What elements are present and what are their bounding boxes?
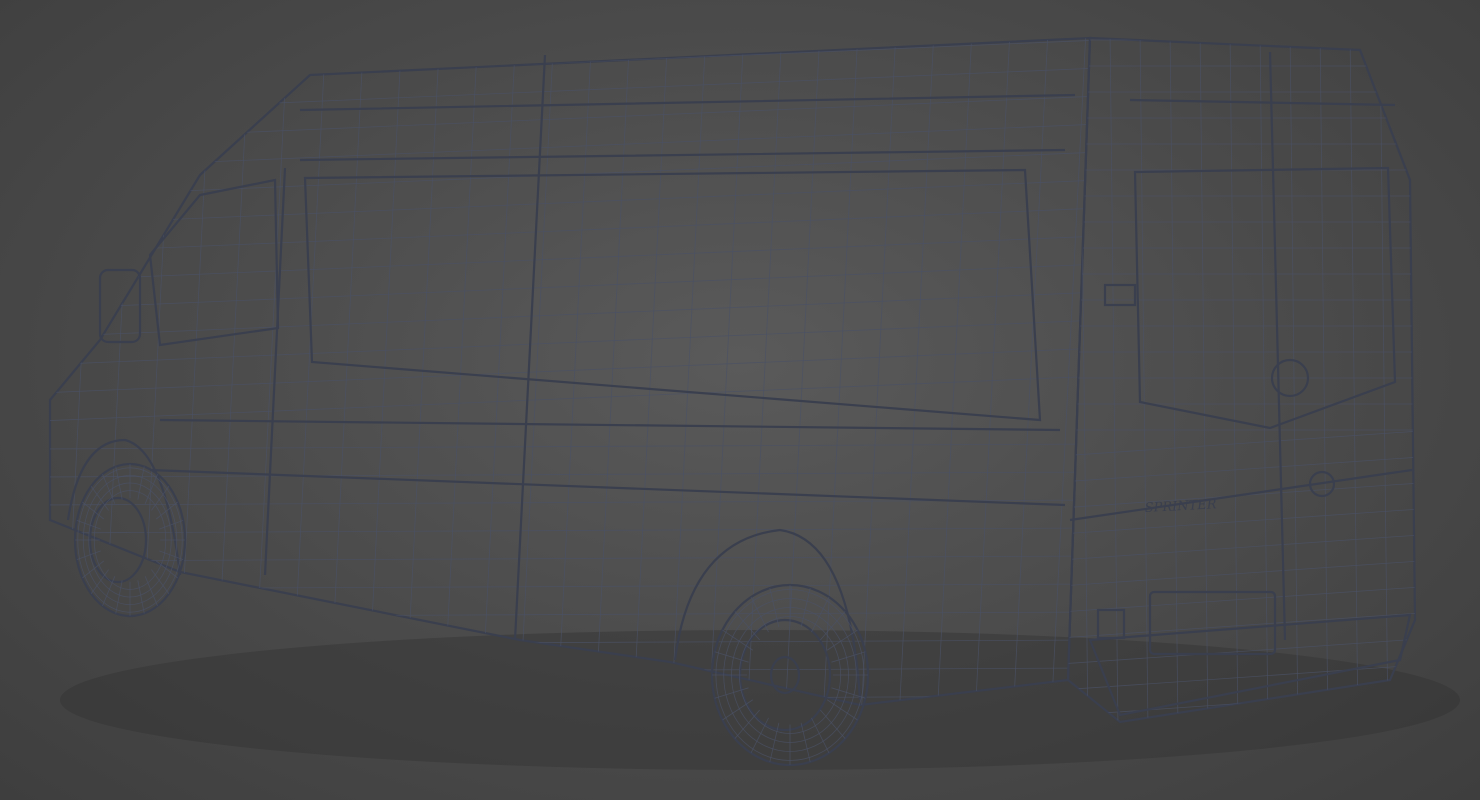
mesh-line (594, 38, 631, 705)
mesh-line (1068, 586, 1415, 613)
mesh-line (1012, 38, 1049, 705)
mesh-line (1139, 38, 1149, 722)
mesh-line (1169, 38, 1179, 722)
rear-door-split (1268, 51, 1287, 641)
mesh-line (176, 38, 213, 705)
mesh-line (1068, 560, 1415, 587)
mesh-line (811, 596, 830, 633)
mesh-line (50, 611, 1090, 618)
mesh-line (50, 583, 1090, 590)
mesh-line (670, 38, 707, 705)
mesh-line (159, 550, 184, 561)
mesh-line (1068, 430, 1415, 457)
mesh-line (1068, 612, 1415, 639)
mesh-line (50, 443, 1090, 450)
mesh-line (1229, 38, 1239, 722)
mesh-line (138, 38, 175, 705)
mesh-line (62, 38, 99, 705)
mesh-line (50, 67, 1090, 114)
mesh-line (898, 38, 935, 705)
mesh-line (50, 207, 1090, 254)
mesh-line (1050, 38, 1087, 705)
mesh-line (50, 319, 1090, 366)
mesh-line (151, 569, 170, 594)
mesh-line (974, 38, 1011, 705)
sprinter-badge: SPRINTER (1144, 497, 1217, 516)
mesh-line (750, 596, 769, 633)
mesh-line (115, 466, 123, 500)
mesh-line (50, 347, 1090, 394)
mesh-line (366, 38, 403, 705)
mesh-line (708, 38, 745, 705)
van-wireframe-render: SPRINTER (48, 36, 1460, 770)
door-hinge (1103, 283, 1137, 307)
mesh-line (76, 550, 101, 561)
mesh-line (800, 587, 811, 628)
mesh-line (632, 38, 669, 705)
mesh-line (1109, 38, 1119, 722)
mesh-line (404, 38, 441, 705)
mesh-line (556, 38, 593, 705)
mesh-line (1259, 38, 1269, 722)
mesh-line (328, 38, 365, 705)
mesh-line (137, 580, 145, 614)
mesh-line (144, 576, 158, 606)
mesh-line (50, 527, 1090, 534)
van-rear-panel (1066, 36, 1417, 724)
cargo-side-panel-recess (303, 168, 1042, 422)
mesh-line (1068, 456, 1415, 483)
mesh-line (76, 519, 101, 530)
mesh-line (252, 38, 289, 705)
mesh-line (50, 38, 61, 705)
front-wheel (66, 438, 187, 618)
mesh-line (1199, 38, 1209, 722)
mesh-line (1379, 38, 1389, 722)
mesh-line (1319, 38, 1329, 722)
sliding-door-seam (513, 54, 547, 641)
belt-line (149, 418, 1413, 522)
mesh-line (290, 38, 327, 705)
mesh-line (137, 466, 145, 500)
mesh-line (50, 95, 1090, 142)
mesh-line (82, 560, 105, 579)
mesh-line (115, 580, 123, 614)
mesh-line (518, 38, 555, 705)
mesh-line (50, 235, 1090, 282)
van-side-panel (48, 36, 1092, 707)
mesh-line (50, 123, 1090, 170)
mesh-line (50, 291, 1090, 338)
mesh-line (1349, 38, 1359, 722)
front-door-window (148, 178, 280, 347)
mesh-line (50, 179, 1090, 226)
mesh-line (50, 555, 1090, 562)
mesh-line (1068, 534, 1415, 561)
mesh-line (936, 38, 973, 705)
